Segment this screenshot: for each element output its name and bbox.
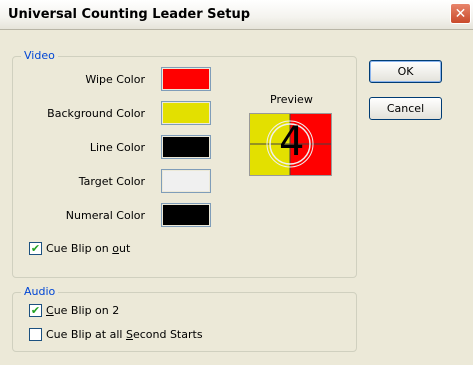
- preview-numeral: 4: [279, 119, 305, 165]
- title-bar: Universal Counting Leader Setup ✕: [0, 0, 473, 30]
- target-color-label: Target Color: [78, 175, 145, 188]
- preview-image: 4: [249, 113, 332, 176]
- close-button[interactable]: ✕: [450, 3, 471, 24]
- window-title: Universal Counting Leader Setup: [8, 7, 251, 22]
- close-icon: ✕: [454, 5, 467, 22]
- numeral-color-swatch[interactable]: [161, 203, 211, 227]
- cue-blip-second-checkbox[interactable]: [29, 328, 42, 341]
- background-color-fill: [163, 103, 209, 123]
- audio-group-label: Audio: [21, 285, 59, 298]
- line-color-swatch[interactable]: [161, 135, 211, 159]
- video-group: Video Wipe Color Background Color Line C…: [12, 49, 357, 278]
- video-group-label: Video: [21, 49, 58, 62]
- background-color-label: Background Color: [47, 107, 145, 120]
- cue-blip-2-checkbox-row[interactable]: ✔ Cue Blip on 2: [29, 304, 119, 317]
- numeral-color-fill: [163, 205, 209, 225]
- cue-blip-out-checkbox[interactable]: ✔: [29, 242, 42, 255]
- target-color-swatch[interactable]: [161, 169, 211, 193]
- preview-label: Preview: [270, 93, 313, 106]
- line-color-fill: [163, 137, 209, 157]
- target-color-fill: [163, 171, 209, 191]
- numeral-color-label: Numeral Color: [65, 209, 145, 222]
- wipe-color-swatch[interactable]: [161, 67, 211, 91]
- ok-button[interactable]: OK: [369, 60, 442, 83]
- audio-group: Audio ✔ Cue Blip on 2 Cue Blip at all Se…: [12, 285, 357, 352]
- cue-blip-second-checkbox-row[interactable]: Cue Blip at all Second Starts: [29, 328, 203, 341]
- cue-blip-second-label: Cue Blip at all Second Starts: [46, 328, 203, 341]
- line-color-label: Line Color: [89, 141, 145, 154]
- dialog-body: Video Wipe Color Background Color Line C…: [3, 30, 470, 362]
- cue-blip-out-checkbox-row[interactable]: ✔ Cue Blip on out: [29, 242, 130, 255]
- cue-blip-2-checkbox[interactable]: ✔: [29, 304, 42, 317]
- background-color-swatch[interactable]: [161, 101, 211, 125]
- cue-blip-2-label: Cue Blip on 2: [46, 304, 120, 317]
- wipe-color-fill: [163, 69, 209, 89]
- cue-blip-out-label: Cue Blip on out: [46, 242, 131, 255]
- wipe-color-label: Wipe Color: [85, 73, 145, 86]
- cancel-button[interactable]: Cancel: [369, 97, 442, 120]
